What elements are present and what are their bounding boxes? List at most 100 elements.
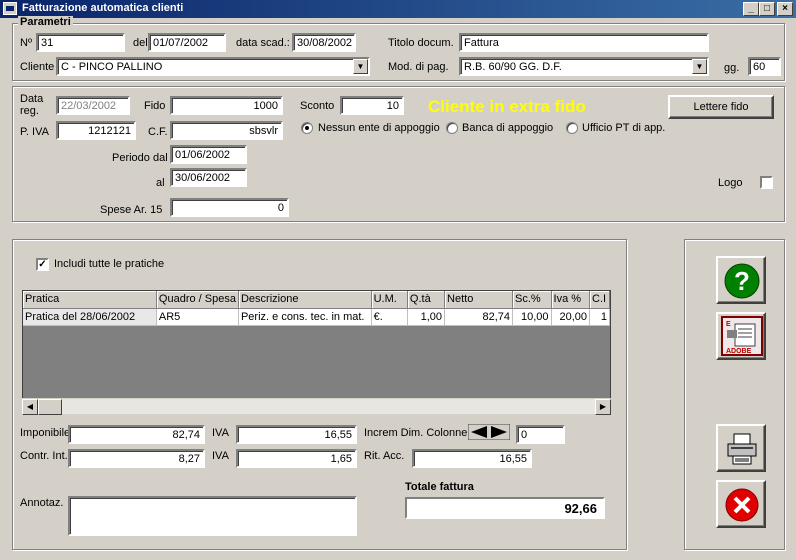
window-title: Fatturazione automatica clienti [22, 2, 184, 14]
fido-label: Fido [144, 100, 166, 112]
col-header-netto[interactable]: Netto [444, 291, 514, 309]
increm-label: Increm Dim. Colonne [364, 427, 468, 439]
scroll-right-icon[interactable]: ▶ [595, 399, 611, 415]
cell-qta[interactable]: 1,00 [407, 308, 446, 326]
iva1-field[interactable]: 16,55 [236, 425, 357, 444]
cf-label: C.F. [148, 126, 168, 138]
data-reg-field[interactable]: 22/03/2002 [56, 96, 130, 115]
cell-pratica[interactable]: Pratica del 28/06/2002 [23, 308, 157, 326]
al-label: al [156, 177, 165, 189]
imponibile-label: Imponibile [20, 427, 71, 439]
help-icon: ? [724, 263, 760, 299]
del-label: del [133, 37, 148, 49]
radio-ufficio-pt-label: Ufficio PT di app. [582, 122, 666, 134]
periodo-dal-field[interactable]: 01/06/2002 [170, 145, 247, 164]
table-row[interactable]: Pratica del 28/06/2002 AR5 Periz. e cons… [23, 308, 610, 326]
scroll-thumb[interactable] [38, 399, 62, 415]
svg-text:?: ? [734, 266, 750, 296]
includi-label: Includi tutte le pratiche [54, 258, 165, 270]
adobe-reader-button[interactable]: E ADOBE [716, 312, 766, 360]
radio-banca-label: Banca di appoggio [462, 122, 554, 134]
grid-hscrollbar[interactable]: ◀ ▶ [22, 398, 611, 415]
spese-label: Spese Ar. 15 [100, 204, 163, 216]
window-titlebar: Fatturazione automatica clienti _ □ × [0, 0, 796, 18]
extra-fido-warning: Cliente in extra fido [428, 97, 586, 116]
periodo-dal-label: Periodo dal [112, 152, 168, 164]
minimize-button[interactable]: _ [743, 2, 759, 16]
grid-header-row: Pratica Quadro / Spesa Descrizione U.M. … [23, 291, 610, 309]
annotaz-textarea[interactable] [68, 496, 357, 536]
column-resize-arrows-icon[interactable] [467, 423, 511, 441]
cell-iva[interactable]: 20,00 [551, 308, 591, 326]
piva-field[interactable]: 1212121 [56, 121, 136, 140]
iva2-field[interactable]: 1,65 [236, 449, 357, 468]
rit-field[interactable]: 16,55 [412, 449, 532, 468]
print-button[interactable] [716, 424, 766, 472]
increm-field[interactable]: 0 [516, 425, 565, 444]
col-header-qta[interactable]: Q.tà [407, 291, 446, 309]
col-header-descrizione[interactable]: Descrizione [238, 291, 372, 309]
col-header-um[interactable]: U.M. [371, 291, 408, 309]
svg-text:E: E [726, 321, 731, 328]
numero-field[interactable]: 31 [36, 33, 125, 52]
cell-sconto[interactable]: 10,00 [512, 308, 552, 326]
spese-field[interactable]: 0 [170, 198, 289, 217]
cell-ci[interactable]: 1 [589, 308, 610, 326]
logo-checkbox[interactable] [760, 176, 773, 189]
col-header-pratica[interactable]: Pratica [23, 291, 157, 309]
close-icon [725, 488, 759, 522]
contr-label: Contr. Int. [20, 450, 68, 462]
radio-nessun-ente-label: Nessun ente di appoggio [318, 122, 440, 134]
annotaz-label: Annotaz. [20, 497, 64, 509]
sconto-field[interactable]: 10 [340, 96, 404, 115]
titolo-label: Titolo docum. [388, 37, 454, 49]
maximize-button[interactable]: □ [759, 2, 775, 16]
radio-banca[interactable] [446, 122, 458, 134]
periodo-al-field[interactable]: 30/06/2002 [170, 168, 247, 187]
close-button[interactable] [716, 480, 766, 528]
parametri-legend: Parametri [18, 16, 73, 28]
mod-pag-value: R.B. 60/90 GG. D.F. [464, 61, 562, 73]
includi-checkbox[interactable]: ✓ [36, 258, 49, 271]
col-header-iva[interactable]: Iva % [551, 291, 591, 309]
scroll-left-icon[interactable]: ◀ [22, 399, 38, 415]
titolo-field[interactable]: Fattura [459, 33, 709, 52]
col-header-ci[interactable]: C.I [589, 291, 610, 309]
mod-pag-combo[interactable]: R.B. 60/90 GG. D.F. ▼ [459, 57, 709, 76]
app-icon [3, 2, 17, 15]
close-window-button[interactable]: × [777, 2, 793, 16]
imponibile-field[interactable]: 82,74 [68, 425, 205, 444]
logo-label: Logo [718, 177, 743, 189]
gg-field[interactable]: 60 [748, 57, 781, 76]
cliente-combo[interactable]: C - PINCO PALLINO ▼ [56, 57, 370, 76]
cliente-value: C - PINCO PALLINO [61, 61, 163, 73]
cf-field[interactable]: sbsvlr [170, 121, 283, 140]
data-scad-label: data scad.: [236, 37, 290, 49]
rit-label: Rit. Acc. [364, 450, 405, 462]
col-header-quadro[interactable]: Quadro / Spesa [156, 291, 239, 309]
chevron-down-icon[interactable]: ▼ [353, 59, 368, 74]
lettere-fido-button[interactable]: Lettere fido [668, 95, 774, 119]
mod-pag-label: Mod. di pag. [388, 61, 449, 73]
cell-netto[interactable]: 82,74 [444, 308, 514, 326]
contr-field[interactable]: 8,27 [68, 449, 205, 468]
cell-descrizione[interactable]: Periz. e cons. tec. in mat. [238, 308, 372, 326]
sconto-label: Sconto [300, 100, 335, 112]
cell-quadro[interactable]: AR5 [156, 308, 239, 326]
radio-nessun-ente[interactable] [301, 122, 313, 134]
chevron-down-icon[interactable]: ▼ [692, 59, 707, 74]
cell-um[interactable]: €. [371, 308, 408, 326]
svg-text:ADOBE: ADOBE [726, 348, 752, 355]
adobe-reader-icon: E ADOBE [721, 316, 763, 356]
col-header-sconto[interactable]: Sc.% [512, 291, 552, 309]
pratiche-grid[interactable]: Pratica Quadro / Spesa Descrizione U.M. … [22, 290, 611, 414]
iva1-label: IVA [212, 427, 229, 439]
del-date-field[interactable]: 01/07/2002 [148, 33, 226, 52]
totale-field: 92,66 [405, 497, 605, 519]
radio-ufficio-pt[interactable] [566, 122, 578, 134]
data-scad-field[interactable]: 30/08/2002 [292, 33, 356, 52]
gg-label: gg. [724, 62, 740, 74]
iva2-label: IVA [212, 450, 229, 462]
fido-field[interactable]: 1000 [170, 96, 283, 115]
help-button[interactable]: ? [716, 256, 766, 304]
